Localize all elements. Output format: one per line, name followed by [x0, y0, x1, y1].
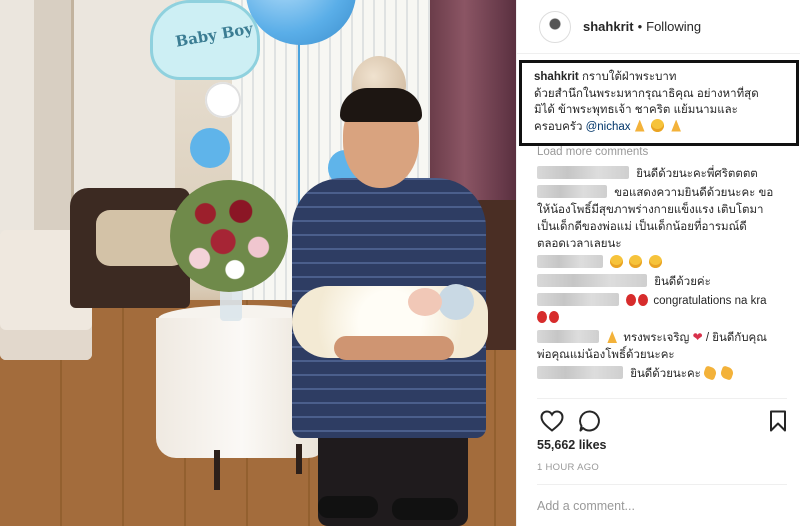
mention-link[interactable]: @nichax: [586, 121, 631, 133]
polka-dot-balloon: [205, 82, 241, 118]
comment-text: พ่อคุณแม่น้องโพธิ์ด้วยนะคะ: [537, 349, 675, 361]
woman-face-icon: [650, 118, 664, 132]
post-actions: [537, 406, 799, 436]
post-header: shahkrit • Following: [517, 0, 800, 54]
load-more-comments[interactable]: Load more comments: [537, 146, 648, 158]
comment: ขอแสดงความยินดีด้วยนะคะ ขอ ให้น้องโพธิ์ม…: [537, 185, 799, 253]
comment: ยินดีด้วยนะคะพี่ศริตตตต: [537, 166, 799, 183]
save-button[interactable]: [763, 407, 793, 435]
party-popper-icon: [702, 365, 718, 381]
blurred-username[interactable]: [537, 366, 623, 379]
caption-line: มิได้ ข้าพระพุทธเจ้า ชาคริต แย้มนามและ: [534, 104, 738, 116]
baby-face: [408, 288, 442, 316]
divider: [537, 484, 787, 485]
door-frame: [34, 0, 74, 260]
table-leg: [214, 450, 220, 490]
caption-line: shahkrit กราบใต้ฝ่าพระบาท: [534, 69, 784, 86]
caption-text: กราบใต้ฝ่าพระบาท: [581, 71, 677, 83]
comment-text: ยินดีด้วยค่ะ: [654, 276, 711, 288]
bookmark-icon: [770, 410, 786, 432]
post-timestamp[interactable]: 1 HOUR AGO: [537, 462, 599, 473]
balloon-icon: [537, 311, 547, 323]
add-comment-input[interactable]: [537, 496, 787, 516]
username-link[interactable]: shahkrit: [583, 19, 634, 34]
rose-bouquet: [170, 180, 288, 292]
praying-hands-icon: [607, 331, 618, 343]
caption-text: ครอบครัว: [534, 120, 583, 133]
red-heart-icon: ❤: [692, 330, 703, 344]
comments-list: ยินดีด้วยนะคะพี่ศริตตตต ขอแสดงความยินดีด…: [537, 166, 799, 385]
likes-count[interactable]: 55,662 likes: [537, 438, 607, 452]
blurred-username[interactable]: [537, 330, 599, 343]
blush-face-icon: [610, 255, 624, 268]
caption: shahkrit กราบใต้ฝ่าพระบาท ด้วยสำนึกในพระ…: [519, 60, 799, 146]
following-button[interactable]: Following: [646, 19, 701, 34]
post-panel: shahkrit • Following shahkrit กราบใต้ฝ่า…: [516, 0, 800, 526]
comment: congratulations na kra: [537, 293, 799, 327]
comment: [537, 255, 799, 272]
separator-dot: •: [637, 19, 643, 34]
praying-hands-icon: [671, 119, 681, 132]
shoe: [318, 496, 378, 518]
caption-line: ครอบครัว @nichax: [534, 118, 784, 136]
balloon-icon: [638, 294, 649, 306]
blush-face-icon: [648, 255, 662, 268]
comment-text: ยินดีด้วยนะคะ: [630, 368, 701, 380]
comment-text: ยินดีด้วยนะคะพี่ศริตตตต: [636, 168, 758, 180]
comment-text: ทรงพระเจริญ: [623, 332, 690, 344]
comment-text: ตลอดเวลาเลยนะ: [537, 238, 622, 250]
blurred-username[interactable]: [537, 185, 607, 198]
blurred-username[interactable]: [537, 255, 603, 268]
balloon-icon: [549, 311, 559, 323]
comment-text: / ยินดีกับคุณ: [705, 332, 767, 344]
person-hair: [340, 88, 422, 122]
heart-outline-icon: [540, 410, 564, 432]
caption-username[interactable]: shahkrit: [534, 71, 579, 83]
shoe: [392, 498, 458, 520]
comment: ยินดีด้วยนะคะ: [537, 365, 799, 383]
comment-text: เป็นเด็กดีของพ่อแม่ เป็นเด็กน้อยที่อารมณ…: [537, 221, 747, 233]
comment: ยินดีด้วยค่ะ: [537, 274, 799, 291]
small-blue-balloon: [190, 128, 230, 168]
blurred-username[interactable]: [537, 274, 647, 287]
blurred-username[interactable]: [537, 293, 619, 306]
comment-text: ขอแสดงความยินดีด้วยนะคะ ขอ: [614, 187, 774, 199]
baby-cap: [438, 284, 474, 320]
divider: [537, 398, 787, 399]
blurred-username[interactable]: [537, 166, 629, 179]
post-photo[interactable]: Baby Boy: [0, 0, 516, 526]
table-leg: [296, 444, 302, 474]
person-hands: [334, 336, 454, 360]
balloon-icon: [626, 294, 637, 306]
comment-text: ให้น้องโพธิ์มีสุขภาพร่างกายแข็งแรง เติบโ…: [537, 204, 764, 216]
caption-line: ด้วยสำนึกในพระมหากรุณาธิคุณ อย่างหาที่สุ…: [534, 87, 759, 100]
party-popper-icon: [719, 365, 735, 381]
comment-text: congratulations na kra: [653, 295, 767, 307]
avatar[interactable]: [539, 10, 571, 43]
comment-bubble-icon: [579, 410, 600, 432]
like-button[interactable]: [537, 407, 567, 435]
comment-button[interactable]: [575, 407, 605, 435]
praying-hands-icon: [634, 119, 645, 132]
blush-face-icon: [629, 255, 643, 268]
comment: ทรงพระเจริญ ❤ / ยินดีกับคุณ พ่อคุณแม่น้อ…: [537, 329, 799, 364]
